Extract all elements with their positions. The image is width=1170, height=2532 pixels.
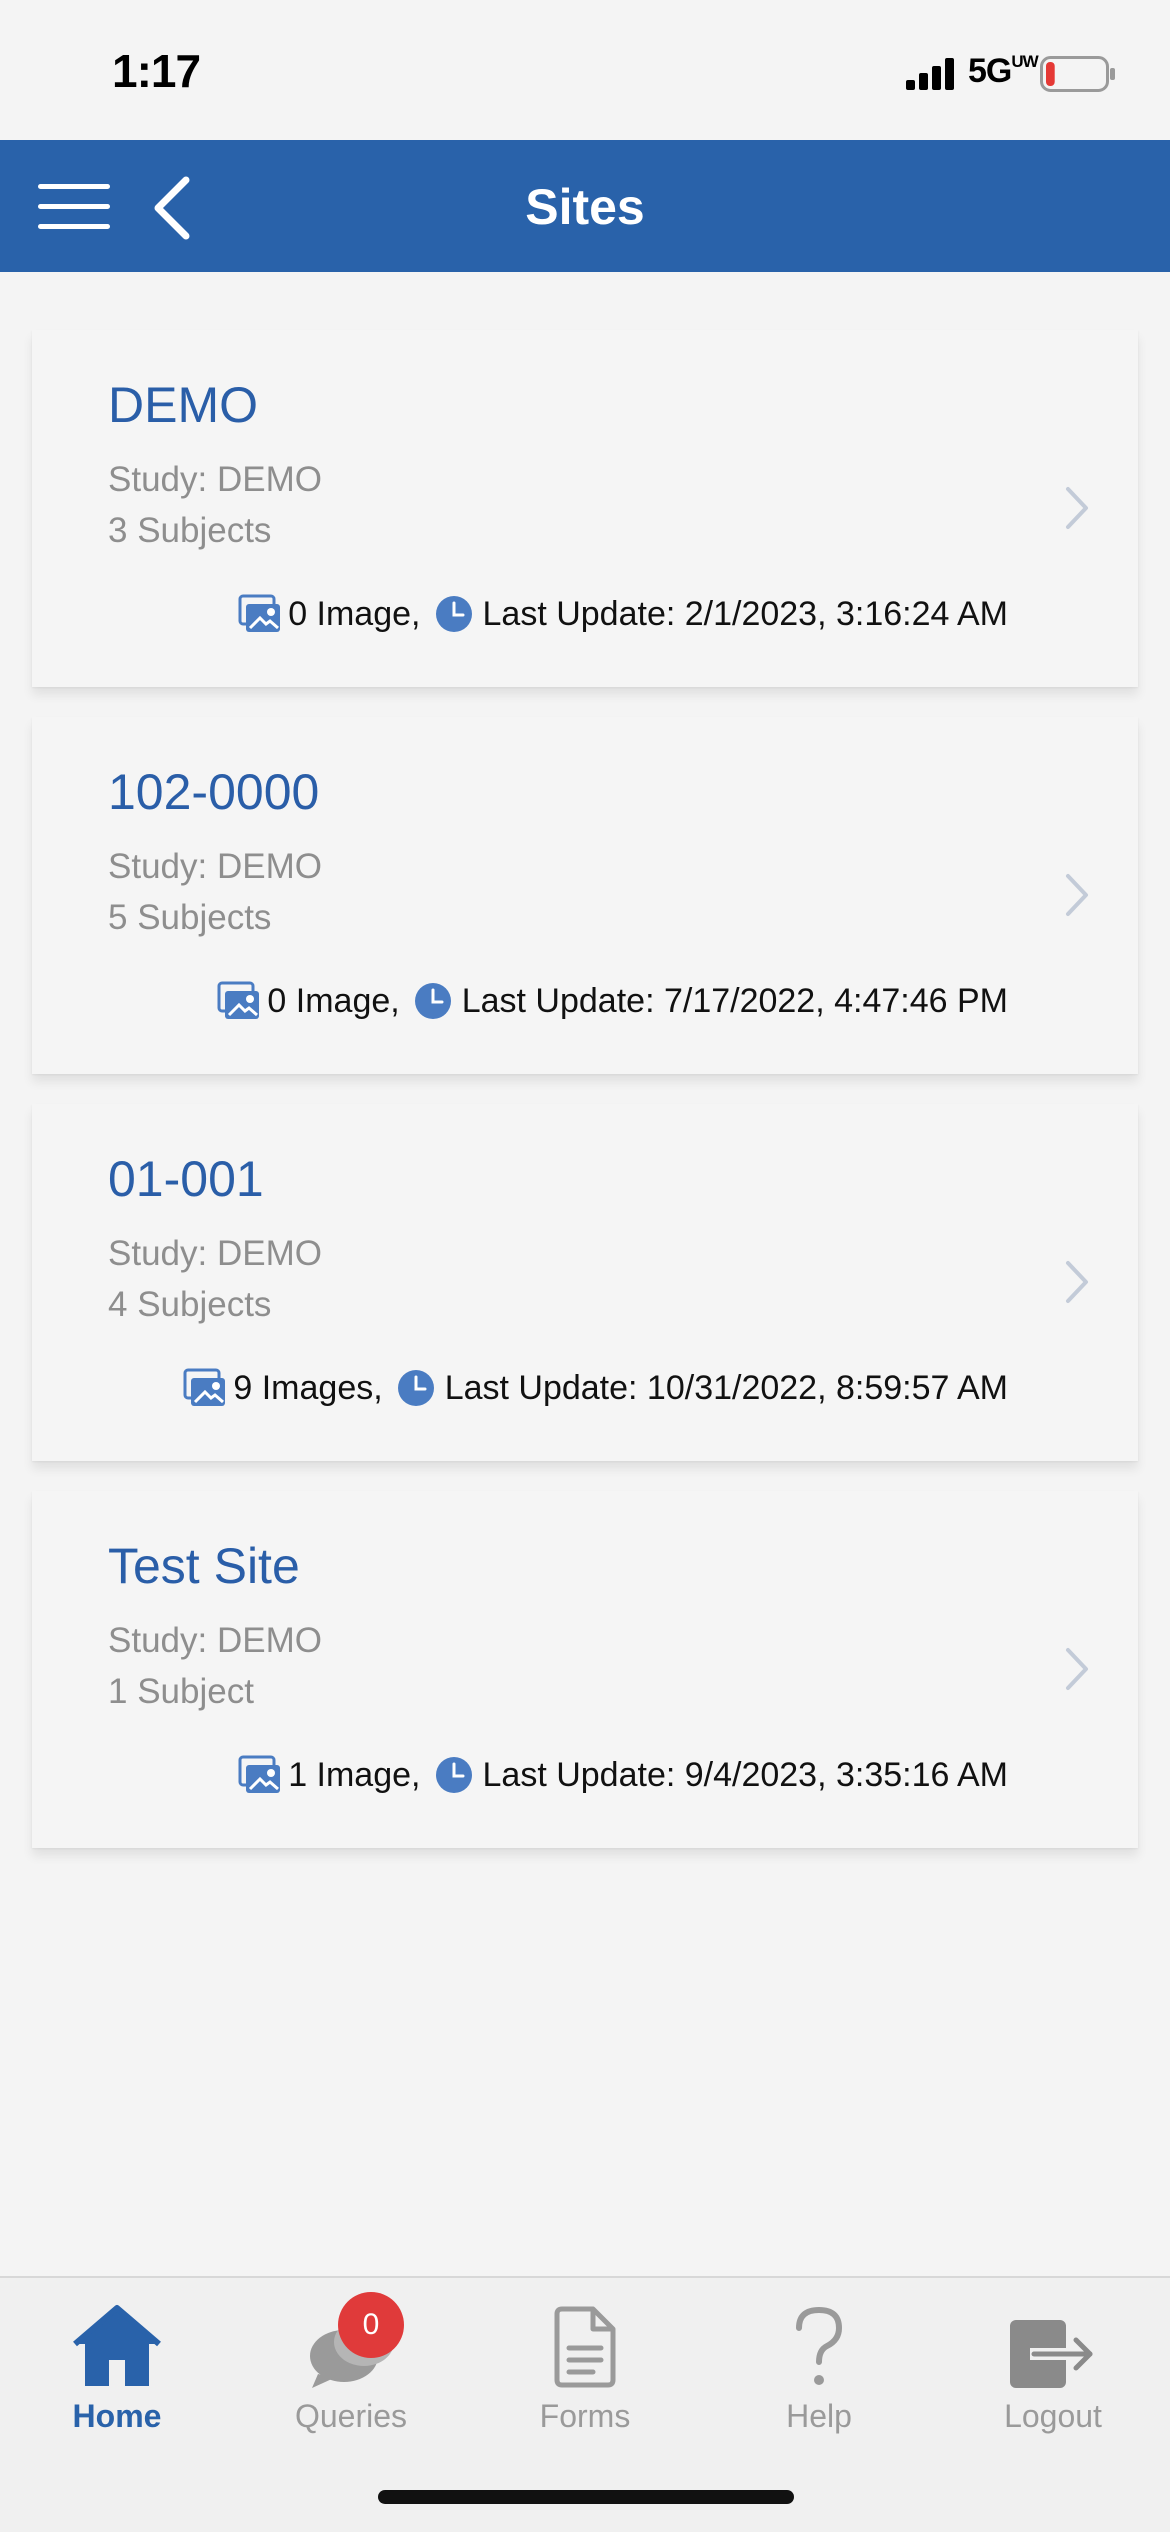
tab-label: Forms [539,2398,631,2434]
site-name: 01-001 [108,1151,264,1207]
image-icon [238,1755,281,1793]
tab-label: Logout [1004,2398,1102,2434]
chevron-right-icon [1066,874,1088,916]
site-footer: 9 Images, Last Update: 10/31/2022, 8:59:… [183,1368,1008,1408]
tab-queries[interactable]: 0 Queries [234,2278,468,2438]
site-name: 102-0000 [108,764,320,820]
home-indicator [378,2490,794,2504]
tab-forms[interactable]: Forms [468,2278,702,2438]
site-card[interactable]: 102-0000 Study: DEMO 5 Subjects 0 Image, [32,717,1138,1074]
sites-screen: 1:17 5GUW Sites DEMO Study: DEMO 3 Subje… [0,0,1170,2532]
tab-icon-wrap [1010,2298,1096,2388]
tab-icon-wrap: 0 [306,2292,404,2388]
site-study: Study: DEMO [108,847,322,886]
tab-label: Help [786,2398,852,2434]
site-card[interactable]: Test Site Study: DEMO 1 Subject 1 Image, [32,1491,1138,1848]
logout-icon [1010,2320,1093,2388]
status-bar: 1:17 5GUW [0,0,1170,140]
site-subject-count: 5 Subjects [108,898,272,937]
document-icon [554,2306,616,2388]
image-count: 0 Image, [267,981,400,1020]
last-update: Last Update: 9/4/2023, 3:35:16 AM [482,1755,1009,1794]
home-icon [73,2305,161,2386]
image-icon [183,1368,226,1406]
battery-icon [1040,56,1115,92]
image-icon [217,981,260,1019]
site-card[interactable]: DEMO Study: DEMO 3 Subjects 0 Image, Las [32,330,1138,687]
tab-help[interactable]: Help [702,2278,936,2438]
app-header: Sites [0,140,1170,272]
last-update: Last Update: 10/31/2022, 8:59:57 AM [444,1368,1008,1407]
network-label: 5GUW [968,52,1039,91]
chevron-right-icon [1066,1648,1088,1690]
image-count: 1 Image, [288,1755,421,1794]
site-list: DEMO Study: DEMO 3 Subjects 0 Image, Las [32,330,1138,1878]
chevron-right-icon [1066,1261,1088,1303]
last-update: Last Update: 2/1/2023, 3:16:24 AM [482,594,1009,633]
question-mark-icon [796,2306,843,2385]
tab-label: Home [72,2398,162,2434]
network-suffix: UW [1011,52,1038,71]
tab-home[interactable]: Home [0,2278,234,2438]
chevron-right-icon [1066,487,1088,529]
tab-icon-wrap [553,2298,617,2388]
last-update: Last Update: 7/17/2022, 4:47:46 PM [461,981,1008,1020]
site-study: Study: DEMO [108,460,322,499]
network-type: 5G [968,52,1012,90]
site-name: Test Site [108,1538,300,1594]
clock-icon [414,983,451,1019]
site-name: DEMO [108,377,258,433]
site-study: Study: DEMO [108,1234,322,1273]
cellular-signal-icon [906,58,954,90]
tab-label: Queries [294,2398,408,2434]
status-time: 1:17 [112,45,201,97]
site-subject-count: 3 Subjects [108,511,272,550]
site-subject-count: 1 Subject [108,1672,254,1711]
tab-icon-wrap [793,2298,845,2388]
image-count: 9 Images, [233,1368,383,1407]
clock-icon [435,1757,472,1793]
image-icon [238,594,281,632]
site-footer: 0 Image, Last Update: 7/17/2022, 4:47:46… [217,981,1008,1021]
tab-logout[interactable]: Logout [936,2278,1170,2438]
clock-icon [435,596,472,632]
image-count: 0 Image, [288,594,421,633]
page-title: Sites [525,179,645,235]
site-subject-count: 4 Subjects [108,1285,272,1324]
clock-icon [397,1370,434,1406]
site-study: Study: DEMO [108,1621,322,1660]
site-footer: 1 Image, Last Update: 9/4/2023, 3:35:16 … [238,1755,1008,1795]
queries-badge: 0 [338,2292,404,2358]
site-footer: 0 Image, Last Update: 2/1/2023, 3:16:24 … [238,594,1008,634]
site-card[interactable]: 01-001 Study: DEMO 4 Subjects 9 Images, [32,1104,1138,1461]
tab-icon-wrap [73,2298,161,2388]
